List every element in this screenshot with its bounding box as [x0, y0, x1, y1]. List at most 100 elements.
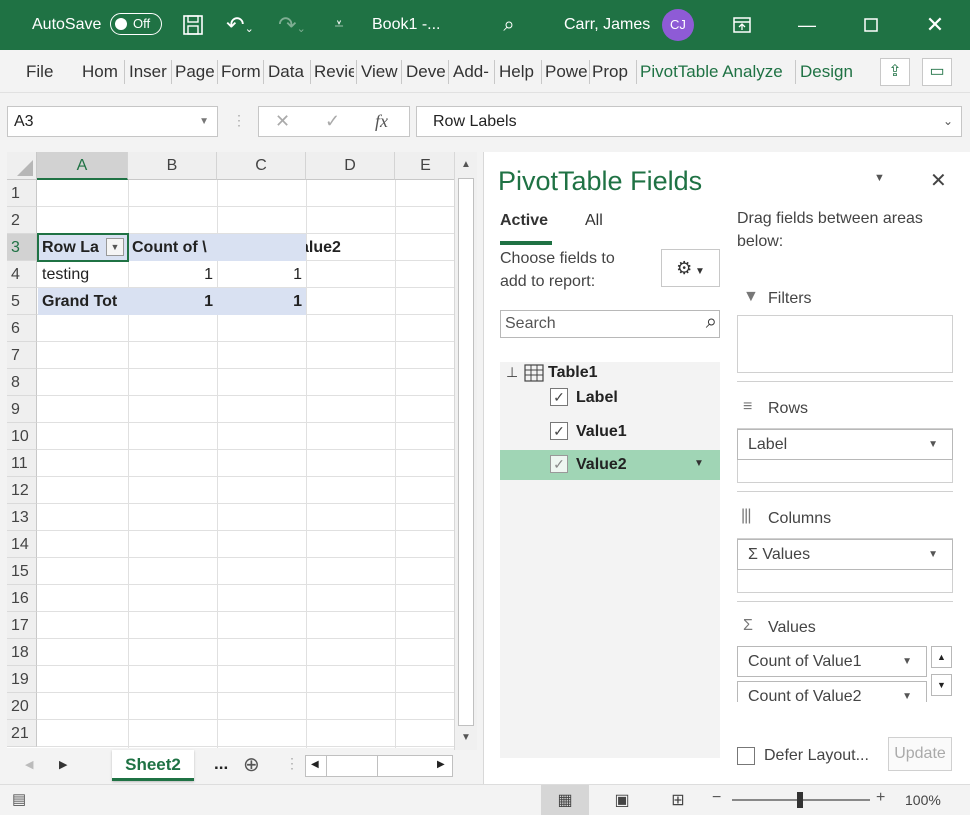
field-item-value1[interactable]: ✓ Value1 — [500, 418, 720, 448]
values-scroll-down-icon[interactable]: ▼ — [931, 674, 952, 696]
field-checkbox[interactable]: ✓ — [550, 422, 568, 440]
chevron-down-icon[interactable]: ▼ — [199, 107, 209, 136]
row-header-8[interactable]: 8 — [7, 369, 37, 396]
column-header-b[interactable]: B — [128, 152, 217, 180]
row-header-15[interactable]: 15 — [7, 558, 37, 585]
normal-view-icon[interactable]: ▦ — [541, 785, 589, 815]
search-icon[interactable]: ⌕ — [492, 0, 526, 50]
values-item-2[interactable]: Count of Value2 ▼ — [737, 681, 927, 702]
tab-pivottable-analyze[interactable]: PivotTable Analyze — [640, 50, 792, 93]
select-all-corner[interactable] — [7, 152, 37, 180]
pivot-row-label-testing[interactable]: testing — [38, 261, 128, 288]
redo-icon[interactable]: ↷⌄ — [270, 0, 314, 50]
field-item-label[interactable]: ✓ Label — [500, 384, 720, 414]
comments-icon[interactable]: ▭ — [922, 58, 952, 86]
row-header-4[interactable]: 4 — [7, 261, 37, 288]
values-scroll-up-icon[interactable]: ▲ — [931, 646, 952, 668]
tab-design[interactable]: Design — [800, 50, 858, 93]
zoom-out-icon[interactable]: − — [712, 789, 721, 807]
column-header-d[interactable]: D — [306, 152, 395, 180]
page-break-view-icon[interactable]: ⊞ — [654, 785, 702, 815]
zoom-level[interactable]: 100% — [905, 792, 941, 808]
name-box[interactable]: A3 ▼ — [7, 106, 218, 137]
tab-addins[interactable]: Add- — [453, 50, 491, 93]
tab-developer[interactable]: Deve — [406, 50, 446, 93]
zoom-slider-thumb[interactable] — [797, 792, 803, 808]
enter-icon[interactable]: ✓ — [325, 107, 340, 136]
field-item-value2[interactable]: ✓ Value2 ▼ — [500, 450, 720, 480]
pane-options-icon[interactable]: ▼ — [874, 172, 885, 184]
row-header-3[interactable]: 3 — [7, 234, 37, 261]
pivot-header-count-value1[interactable]: Count of \ — [128, 234, 217, 261]
prev-sheet-icon[interactable]: ◀ — [25, 758, 33, 771]
tab-insert[interactable]: Inser — [129, 50, 169, 93]
field-checkbox[interactable]: ✓ — [550, 455, 568, 473]
chevron-down-icon[interactable]: ▼ — [928, 540, 938, 569]
formula-input[interactable]: Row Labels ⌄ — [416, 106, 962, 137]
row-header-6[interactable]: 6 — [7, 315, 37, 342]
cancel-icon[interactable]: ✕ — [275, 107, 290, 136]
tab-data[interactable]: Data — [268, 50, 308, 93]
pivot-grand-total-label[interactable]: Grand Tot — [38, 288, 128, 315]
drag-handle-icon[interactable]: ⋮ — [285, 755, 299, 772]
autosave-toggle[interactable]: Off — [110, 13, 162, 35]
tab-active[interactable]: Active — [500, 212, 548, 230]
insert-function-icon[interactable]: fx — [375, 107, 388, 136]
chevron-down-icon[interactable]: ▼ — [694, 450, 704, 478]
page-layout-view-icon[interactable]: ▣ — [598, 785, 646, 815]
row-header-1[interactable]: 1 — [7, 180, 37, 207]
scroll-right-icon[interactable]: ▶ — [437, 759, 445, 770]
undo-icon[interactable]: ↶⌄ — [218, 0, 262, 50]
add-sheet-icon[interactable]: ⊕ — [243, 752, 260, 777]
more-sheets[interactable]: ... — [214, 754, 228, 774]
row-header-13[interactable]: 13 — [7, 504, 37, 531]
worksheet-grid[interactable]: A B C D E 1 2 3 4 5 6 7 8 9 10 11 12 13 14 15 16 17 18 19 2… — [7, 152, 454, 748]
pivot-value-c4[interactable]: 1 — [217, 261, 306, 288]
customize-qat-icon[interactable]: ⩡ — [326, 0, 352, 50]
tab-help[interactable]: Help — [499, 50, 539, 93]
update-button[interactable]: Update — [888, 737, 952, 771]
close-icon[interactable]: ✕ — [918, 0, 952, 50]
sheet-tab-sheet2[interactable]: Sheet2 — [112, 750, 194, 781]
avatar[interactable]: CJ — [662, 9, 694, 41]
field-checkbox[interactable]: ✓ — [550, 388, 568, 406]
defer-layout-label[interactable]: Defer Layout... — [764, 744, 869, 767]
row-header-11[interactable]: 11 — [7, 450, 37, 477]
tab-all[interactable]: All — [585, 212, 603, 230]
defer-layout-checkbox[interactable] — [737, 747, 755, 765]
tab-file[interactable]: File — [26, 50, 58, 93]
column-header-c[interactable]: C — [217, 152, 306, 180]
share-icon[interactable]: ⇪ — [880, 58, 910, 86]
row-header-20[interactable]: 20 — [7, 693, 37, 720]
tab-review[interactable]: Revie — [314, 50, 354, 93]
user-name[interactable]: Carr, James — [564, 0, 650, 50]
pivot-value-b4[interactable]: 1 — [128, 261, 217, 288]
table-name[interactable]: Table1 — [548, 364, 598, 382]
chevron-down-icon[interactable]: ▼ — [902, 647, 912, 676]
chevron-down-icon[interactable]: ▼ — [928, 430, 938, 459]
save-icon[interactable] — [176, 0, 210, 50]
row-header-9[interactable]: 9 — [7, 396, 37, 423]
row-header-21[interactable]: 21 — [7, 720, 37, 747]
row-header-16[interactable]: 16 — [7, 585, 37, 612]
ribbon-display-icon[interactable] — [725, 0, 759, 50]
scroll-up-icon[interactable]: ▲ — [455, 154, 477, 176]
tab-power-pivot[interactable]: Powe — [545, 50, 587, 93]
drag-handle-icon[interactable]: ⋮ — [232, 112, 246, 129]
tab-properties[interactable]: Prop — [592, 50, 634, 93]
tab-formulas[interactable]: Form — [221, 50, 261, 93]
pivot-grand-total-b5[interactable]: 1 — [128, 288, 217, 315]
scroll-thumb[interactable] — [458, 178, 474, 726]
row-header-18[interactable]: 18 — [7, 639, 37, 666]
zoom-in-icon[interactable]: + — [876, 789, 885, 807]
horizontal-scrollbar[interactable]: ◀ ▶ — [305, 755, 453, 777]
values-item-1[interactable]: Count of Value1 ▼ — [737, 646, 927, 677]
tab-home[interactable]: Hom — [82, 50, 122, 93]
scroll-thumb[interactable] — [326, 755, 378, 777]
search-icon[interactable]: ⌕ — [706, 309, 717, 335]
row-header-19[interactable]: 19 — [7, 666, 37, 693]
values-area[interactable]: Count of Value1 ▼ Count of Value2 ▼ ▲ ▼ — [737, 646, 953, 702]
field-list[interactable]: ⊥ Table1 ✓ Label ✓ Value1 ✓ Value2 ▼ — [500, 362, 720, 758]
row-header-2[interactable]: 2 — [7, 207, 37, 234]
tab-view[interactable]: View — [361, 50, 399, 93]
